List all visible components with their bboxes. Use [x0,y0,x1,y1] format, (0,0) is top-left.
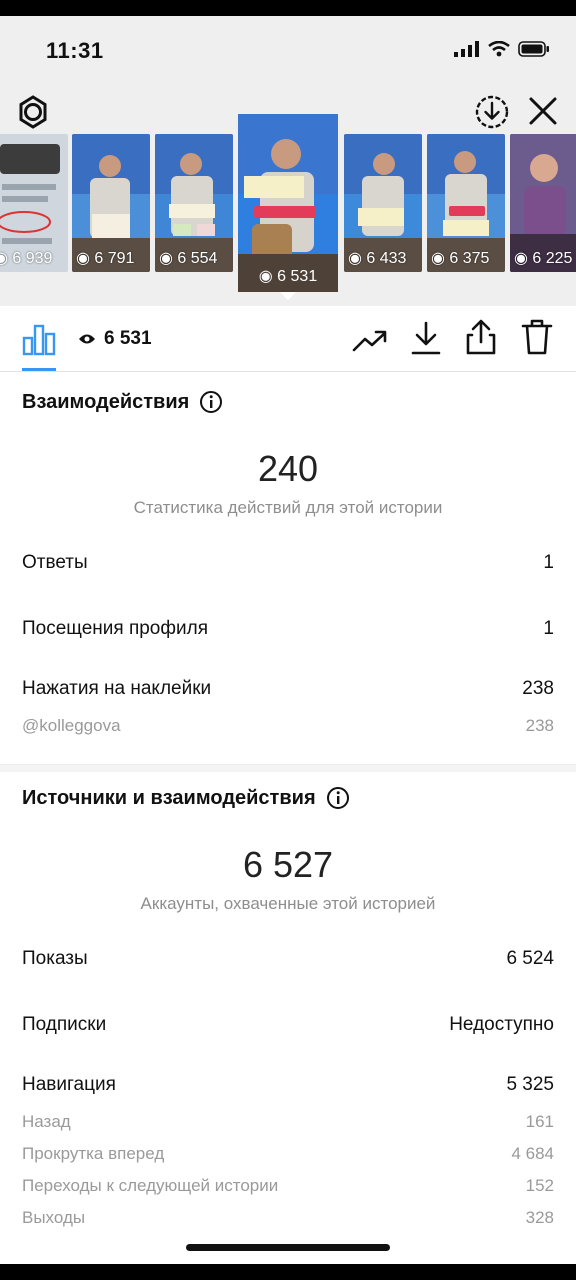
interactions-section-title: Взаимодействия [22,390,223,414]
promote-trend-icon[interactable] [352,328,388,354]
navigation-row-next-story: Переходы к следующей истории 152 [22,1176,554,1196]
row-label: Навигация [22,1074,116,1095]
row-label: @kolleggova [22,716,121,735]
row-value: 238 [522,678,554,699]
story-thumbnail[interactable]: ◉ 6 433 [344,134,422,272]
navigation-row-exits: Выходы 328 [22,1208,554,1228]
row-value: 328 [525,1208,554,1227]
story-thumbnail[interactable]: ◉ 6 375 [427,134,505,272]
signal-icon [454,41,479,57]
navigation-row-forward: Прокрутка вперед 4 684 [22,1144,554,1164]
row-label: Прокрутка вперед [22,1144,165,1163]
eye-icon [79,334,95,344]
settings-gear-icon[interactable] [16,95,50,129]
row-label: Нажатия на наклейки [22,678,212,699]
story-view-count: ◉ 6 433 [348,250,407,267]
interactions-title-text: Взаимодействия [22,390,190,413]
row-value: Недоступно [449,1014,554,1035]
discovery-title-text: Источники и взаимодействия [22,786,316,809]
discovery-section-title: Источники и взаимодействия [22,786,350,810]
interactions-row-replies: Ответы 1 [22,552,554,574]
row-value: 4 684 [511,1144,554,1163]
row-label: Ответы [22,552,88,573]
row-value: 5 325 [506,1074,554,1095]
interactions-row-profile-visits: Посещения профиля 1 [22,618,554,640]
story-view-count: ◉ 6 375 [431,250,490,267]
selected-story-pointer [280,292,296,300]
row-label: Назад [22,1112,71,1131]
row-label: Подписки [22,1014,107,1035]
row-value: 161 [525,1112,554,1131]
section-divider [0,764,576,772]
info-icon[interactable] [326,786,350,810]
insights-bar-chart-icon[interactable] [22,324,56,356]
interactions-caption: Статистика действий для этой истории [133,498,443,517]
story-view-count: ◉ 6 531 [258,268,318,285]
save-story-icon[interactable] [474,94,510,130]
story-thumbnail[interactable]: ◉ 6 791 [72,134,150,272]
download-icon[interactable] [410,320,442,356]
row-label: Переходы к следующей истории [22,1176,279,1195]
row-label: Выходы [22,1208,86,1227]
toolbar-views-value: 6 531 [104,328,152,349]
row-value: 1 [543,552,554,573]
status-icons [454,41,550,57]
row-value: 1 [543,618,554,639]
story-viewer-header: 11:31 ◉ 6 939 ◉ 6 791 ◉ 6 554 ◉ 6 531 ◉ … [0,16,576,306]
story-insights-screen: 11:31 ◉ 6 939 ◉ 6 791 ◉ 6 554 ◉ 6 531 ◉ … [0,16,576,1264]
toolbar-view-count: 6 531 [78,328,152,350]
battery-icon [518,41,549,57]
share-icon[interactable] [464,318,498,356]
story-view-count: ◉ 6 939 [0,250,53,267]
wifi-icon [488,41,510,57]
story-view-count: ◉ 6 791 [76,250,135,267]
row-label: Показы [22,948,88,969]
story-thumbnail-selected[interactable]: ◉ 6 531 [238,114,338,292]
interactions-total: 240 [257,448,319,489]
insights-tab-indicator [22,368,56,371]
row-value: 6 524 [506,948,554,969]
row-value: 152 [525,1176,554,1195]
story-thumbnail[interactable]: ◉ 6 225 [510,134,576,272]
navigation-row-back: Назад 161 [22,1112,554,1132]
info-icon[interactable] [199,390,223,414]
discovery-row-impressions: Показы 6 524 [22,948,554,970]
close-icon[interactable] [528,96,558,126]
discovery-row-navigation: Навигация 5 325 [22,1074,554,1096]
story-thumbnail[interactable]: ◉ 6 554 [155,134,233,272]
delete-trash-icon[interactable] [520,318,554,356]
story-view-count: ◉ 6 554 [159,250,218,267]
reach-caption: Аккаунты, охваченные этой историей [140,894,436,913]
row-value: 238 [525,716,554,735]
story-thumbnail[interactable]: ◉ 6 939 [0,134,68,272]
sticker-mention-row: @kolleggova 238 [22,716,554,736]
interactions-row-sticker-taps: Нажатия на наклейки 238 [22,678,554,700]
row-label: Посещения профиля [22,618,208,639]
story-view-count: ◉ 6 225 [514,250,573,267]
reach-total: 6 527 [242,844,334,885]
status-time: 11:31 [46,38,104,63]
home-indicator[interactable] [186,1244,390,1251]
discovery-row-follows: Подписки Недоступно [22,1014,554,1036]
